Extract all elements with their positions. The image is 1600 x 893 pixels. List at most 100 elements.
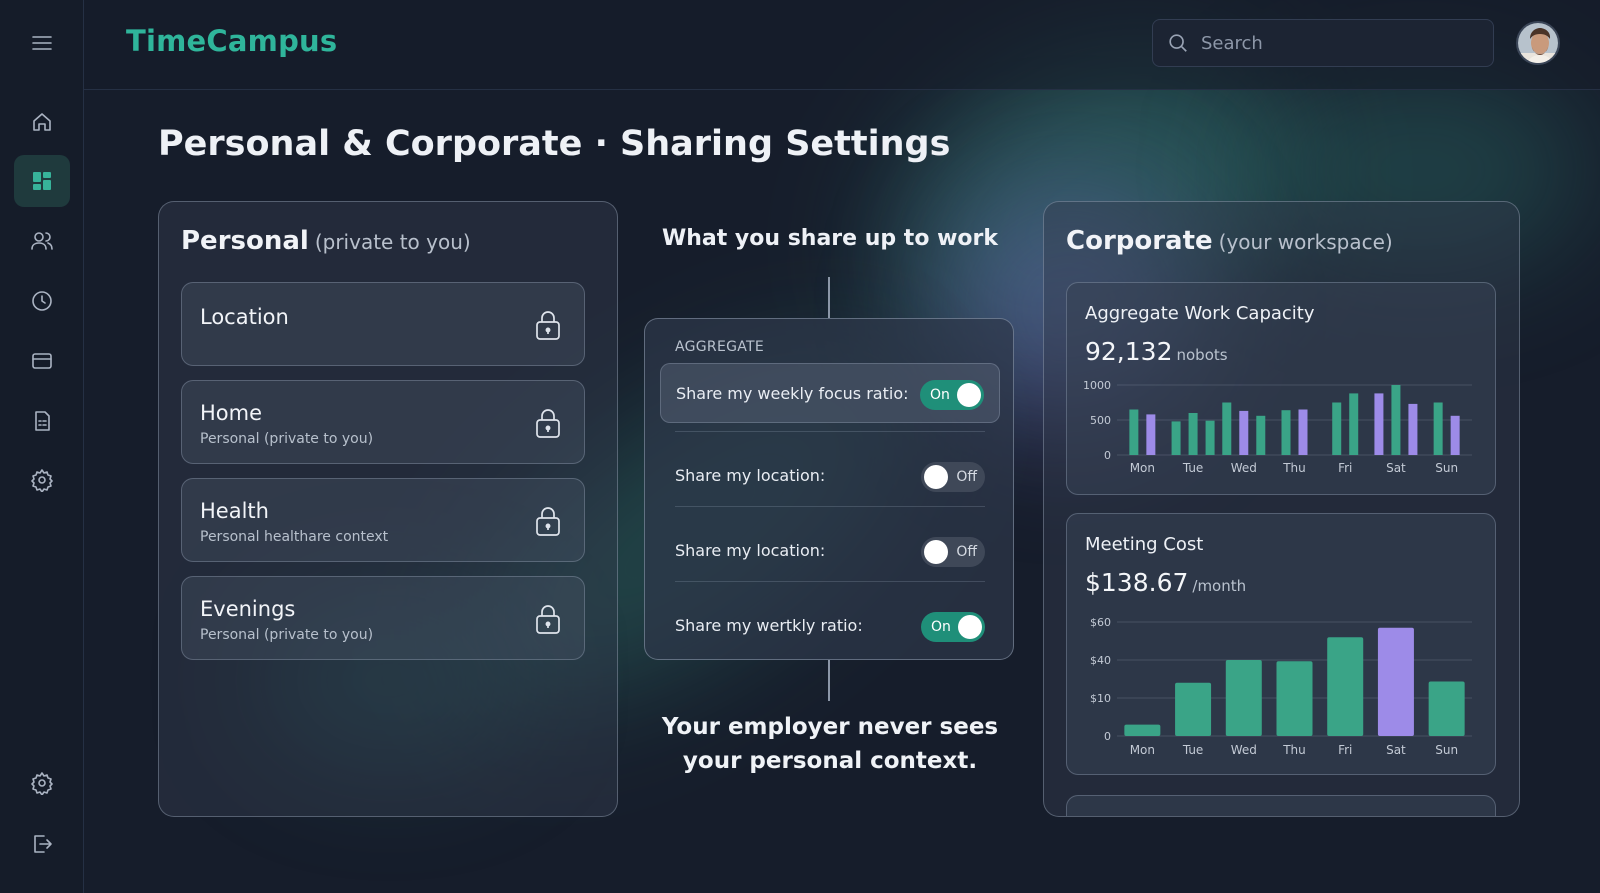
chart-bar — [1391, 385, 1401, 455]
toggle-location-2[interactable]: Off — [921, 537, 985, 567]
menu-icon — [32, 36, 52, 50]
chart-bar — [1222, 402, 1232, 455]
sharing-panel: AGGREGATE Share my weekly focus ratio: O… — [644, 318, 1014, 660]
toggle-state: Off — [956, 469, 977, 485]
search-icon — [1169, 34, 1187, 52]
corporate-subtitle: (your workspace) — [1218, 230, 1393, 254]
logout-icon — [34, 835, 52, 853]
x-tick-label: Sun — [1435, 461, 1458, 475]
corporate-panel: Corporate (your workspace) Aggregate Work… — [1043, 201, 1520, 817]
x-tick-label: Thu — [1282, 461, 1306, 475]
chart-bar — [1256, 415, 1266, 455]
sidebar-item-dashboard[interactable] — [14, 155, 70, 207]
x-tick-label: Fri — [1338, 461, 1352, 475]
toggle-knob — [957, 383, 981, 407]
chart-bar — [1205, 420, 1215, 455]
y-tick-label: $10 — [1090, 692, 1111, 705]
sidebar-item-users[interactable] — [14, 215, 70, 267]
chart-bar — [1408, 403, 1418, 455]
share-row-label: Share my weekly focus ratio: — [676, 384, 909, 403]
chart-bar — [1171, 421, 1181, 455]
meeting-cost-chart: 0 $10 $40 $60 Mon Tue Wed Thu Fri Sat Sun — [1090, 616, 1472, 757]
chart-bar — [1428, 681, 1465, 736]
sidebar-item-preferences[interactable] — [14, 757, 70, 809]
wallet-icon — [32, 353, 52, 369]
personal-subtitle: (private to you) — [314, 230, 471, 254]
divider — [675, 581, 985, 582]
meeting-cost-number: $138.67 — [1085, 568, 1189, 597]
gear-icon — [31, 469, 53, 492]
share-row-label: Share my location: — [675, 466, 826, 485]
personal-title: Personal — [181, 226, 309, 256]
personal-card-location[interactable]: Location — [181, 282, 585, 366]
personal-card-subtitle: Personal (private to you) — [200, 431, 374, 447]
aggregate-label: AGGREGATE — [675, 339, 765, 355]
search-box[interactable] — [1152, 19, 1494, 67]
chart-bar — [1327, 637, 1364, 736]
connector-line — [828, 277, 830, 318]
toggle-state: On — [931, 619, 951, 635]
share-row-label: Share my location: — [675, 541, 826, 560]
sidebar-item-home[interactable] — [14, 96, 70, 148]
share-row-location: Share my location: Off — [675, 446, 985, 506]
chart-bar — [1124, 724, 1161, 736]
chart-bar — [1281, 410, 1291, 455]
personal-panel: Personal (private to you) Location Home P… — [158, 201, 618, 817]
personal-card-subtitle: Personal healthare context — [200, 529, 389, 545]
y-tick-label: 0 — [1104, 730, 1111, 743]
chart-bar — [1239, 410, 1249, 455]
more-card[interactable] — [1066, 795, 1496, 816]
x-tick-label: Mon — [1130, 743, 1155, 757]
x-tick-label: Tue — [1182, 743, 1204, 757]
personal-card-home[interactable]: Home Personal (private to you) — [181, 380, 585, 464]
x-tick-label: Fri — [1338, 743, 1352, 757]
chart-bar — [1298, 409, 1308, 455]
sidebar-item-billing[interactable] — [14, 335, 70, 387]
capacity-unit: nobots — [1176, 346, 1228, 364]
sidebar-item-logout[interactable] — [14, 818, 70, 870]
x-tick-label: Sat — [1386, 461, 1406, 475]
home-icon — [33, 113, 51, 131]
toggle-state: On — [930, 387, 950, 403]
clock-icon — [32, 291, 52, 311]
chart-bar — [1129, 409, 1139, 455]
y-tick-label: $60 — [1090, 616, 1111, 629]
sidebar-item-time[interactable] — [14, 275, 70, 327]
toggle-weekly-ratio[interactable]: On — [921, 612, 985, 642]
capacity-title: Aggregate Work Capacity — [1085, 303, 1315, 324]
menu-button[interactable] — [14, 17, 70, 69]
search-input[interactable] — [1201, 32, 1481, 54]
x-tick-label: Thu — [1282, 743, 1306, 757]
lock-icon — [534, 603, 562, 635]
brand-logo[interactable]: TimeCampus — [126, 24, 337, 58]
x-tick-label: Tue — [1182, 461, 1204, 475]
chart-bar — [1450, 415, 1460, 455]
topbar: TimeCampus — [84, 0, 1600, 90]
personal-card-health[interactable]: Health Personal healthare context — [181, 478, 585, 562]
personal-card-title: Evenings — [200, 597, 296, 621]
meeting-cost-value: $138.67/month — [1085, 568, 1246, 597]
sidebar-item-reports[interactable] — [14, 395, 70, 447]
chart-bar — [1225, 660, 1262, 736]
y-tick-label: 1000 — [1083, 379, 1111, 392]
personal-card-evenings[interactable]: Evenings Personal (private to you) — [181, 576, 585, 660]
meeting-cost-card[interactable]: Meeting Cost $138.67/month 0 $10 $40 $60 Mon… — [1066, 513, 1496, 775]
personal-card-title: Home — [200, 401, 263, 425]
divider — [675, 431, 985, 432]
sidebar-item-settings[interactable] — [14, 454, 70, 506]
avatar[interactable] — [1516, 21, 1560, 65]
chart-bar — [1377, 627, 1414, 736]
toggle-location[interactable]: Off — [921, 462, 985, 492]
x-tick-label: Sun — [1435, 743, 1458, 757]
y-tick-label: 0 — [1104, 449, 1111, 462]
meeting-cost-unit: /month — [1192, 577, 1247, 595]
toggle-knob — [958, 615, 982, 639]
toggle-focus-ratio[interactable]: On — [920, 380, 984, 410]
page-title: Personal & Corporate · Sharing Settings — [158, 124, 951, 164]
capacity-card[interactable]: Aggregate Work Capacity 92,132 nobots 0 50… — [1066, 282, 1496, 495]
chart-bar — [1332, 402, 1342, 455]
personal-card-subtitle: Personal (private to you) — [200, 627, 374, 643]
meeting-cost-title: Meeting Cost — [1085, 534, 1204, 555]
chart-bar — [1175, 682, 1212, 736]
connector-line — [828, 660, 830, 701]
